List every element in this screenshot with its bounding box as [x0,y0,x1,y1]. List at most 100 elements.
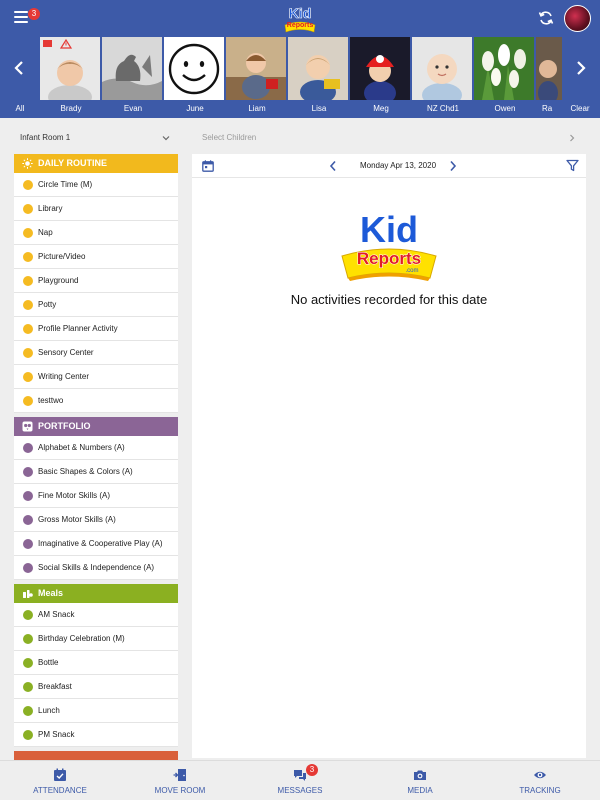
status-dot [23,515,33,525]
owl-icon [22,421,33,432]
select-all-button[interactable]: All [0,100,40,118]
child-name-nz-chd1[interactable]: NZ Chd1 [412,100,474,118]
activity-item[interactable]: AM Snack [14,603,178,627]
refresh-icon[interactable] [538,10,554,26]
nav-messages[interactable]: 3 MESSAGES [250,761,350,800]
activity-item[interactable]: Picture/Video [14,245,178,269]
child-photo-liam[interactable] [226,37,286,100]
activity-label: Basic Shapes & Colors (A) [38,467,133,476]
child-name-june[interactable]: June [164,100,226,118]
activity-item[interactable]: Gross Motor Skills (A) [14,508,178,532]
calendar-icon[interactable] [202,160,214,172]
children-next-button[interactable] [562,36,600,100]
activity-item[interactable]: Nap [14,221,178,245]
activity-item[interactable]: Breakfast [14,675,178,699]
move-room-icon [173,769,186,781]
select-children-field[interactable]: Select Children [192,128,586,148]
activity-item[interactable]: Playground [14,269,178,293]
activity-item[interactable]: Alphabet & Numbers (A) [14,436,178,460]
nav-move-room-label: MOVE ROOM [154,786,206,795]
activity-item[interactable]: Potty [14,293,178,317]
child-name-owen[interactable]: Owen [474,100,536,118]
clear-selection-button[interactable]: Clear [560,100,600,118]
menu-notification-badge: 3 [28,8,40,20]
activity-item[interactable]: Bottle [14,651,178,675]
kid-reports-logo: Kid Reports [284,5,316,33]
category-header-partial[interactable] [14,751,178,760]
activity-item[interactable]: Birthday Celebration (M) [14,627,178,651]
chevron-right-icon [577,61,586,75]
activity-item[interactable]: Fine Motor Skills (A) [14,484,178,508]
activity-item[interactable]: Lunch [14,699,178,723]
child-photo-meg[interactable] [350,37,410,100]
activity-item[interactable]: Basic Shapes & Colors (A) [14,460,178,484]
child-photo-june[interactable] [164,37,224,100]
child-photo-evan[interactable] [102,37,162,100]
status-dot [23,491,33,501]
activity-item[interactable]: testtwo [14,389,178,413]
room-dropdown[interactable]: Infant Room 1 [14,128,178,148]
activity-label: Profile Planner Activity [38,324,118,333]
activity-item[interactable]: PM Snack [14,723,178,747]
messages-badge: 3 [306,764,318,776]
nav-move-room[interactable]: MOVE ROOM [130,761,230,800]
hamburger-menu-icon[interactable] [14,11,28,23]
status-dot [23,204,33,214]
activity-item[interactable]: Profile Planner Activity [14,317,178,341]
children-name-row: All Brady Evan June Liam Lisa Meg NZ Chd… [0,100,600,118]
room-dropdown-value: Infant Room 1 [20,133,71,142]
activity-item[interactable]: Library [14,197,178,221]
child-photo-nz-chd1[interactable] [412,37,472,100]
nav-messages-label: MESSAGES [277,786,323,795]
status-dot [23,324,33,334]
child-name-brady[interactable]: Brady [40,100,102,118]
nav-attendance[interactable]: ATTENDANCE [10,761,110,800]
status-dot [23,658,33,668]
profile-avatar[interactable] [564,5,591,32]
activity-item[interactable]: Sensory Center [14,341,178,365]
activity-panel: Monday Apr 13, 2020 Kid Reports .com No … [192,154,586,758]
child-name-ra[interactable]: Ra [536,100,560,118]
status-dot [23,276,33,286]
activity-label: testtwo [38,396,64,405]
child-name-meg[interactable]: Meg [350,100,412,118]
status-dot [23,682,33,692]
child-name-liam[interactable]: Liam [226,100,288,118]
activity-item[interactable]: Imaginative & Cooperative Play (A) [14,532,178,556]
portfolio-list: Alphabet & Numbers (A) Basic Shapes & Co… [14,436,178,580]
nav-tracking[interactable]: TRACKING [490,761,590,800]
child-name-evan[interactable]: Evan [102,100,164,118]
status-dot [23,467,33,477]
nav-attendance-label: ATTENDANCE [33,786,87,795]
category-title: Meals [38,588,64,598]
category-header-meals[interactable]: Meals [14,584,178,603]
logo-text-dotcom: .com [405,268,418,274]
child-name-lisa[interactable]: Lisa [288,100,350,118]
nav-media[interactable]: MEDIA [370,761,470,800]
child-photo-ra[interactable] [536,37,562,100]
activity-item[interactable]: Social Skills & Independence (A) [14,556,178,580]
category-header-portfolio[interactable]: PORTFOLIO [14,417,178,436]
logo-text-reports: Reports [287,22,314,29]
children-prev-button[interactable] [0,36,38,100]
child-photo-lisa[interactable] [288,37,348,100]
empty-state-message: No activities recorded for this date [290,292,488,307]
previous-date-icon[interactable] [328,160,338,172]
activity-label: Bottle [38,658,59,667]
eye-icon [534,771,546,779]
filter-icon[interactable] [566,159,579,172]
next-date-icon[interactable] [448,160,458,172]
activity-label: Birthday Celebration (M) [38,634,125,643]
child-photo-brady[interactable] [40,37,100,100]
activity-label: Fine Motor Skills (A) [38,491,111,500]
activity-label: Nap [38,228,53,237]
activity-label: AM Snack [38,610,75,619]
category-header-daily-routine[interactable]: DAILY ROUTINE [14,154,178,173]
activity-item[interactable]: Circle Time (M) [14,173,178,197]
nav-media-label: MEDIA [407,786,433,795]
activity-label: PM Snack [38,730,75,739]
status-dot [23,396,33,406]
child-photo-owen[interactable] [474,37,534,100]
activity-item[interactable]: Writing Center [14,365,178,389]
logo-text-reports-large: Reports [357,249,421,268]
